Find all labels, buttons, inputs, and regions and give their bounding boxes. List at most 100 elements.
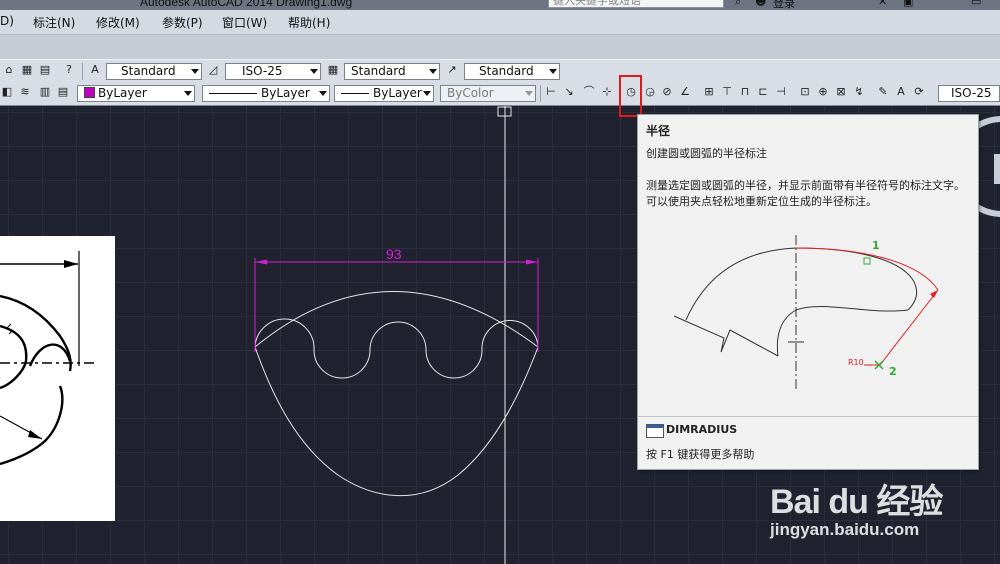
menu-item-modify[interactable]: 修改(M) <box>96 14 140 31</box>
dim-diameter-icon[interactable]: ⊘ <box>660 85 674 99</box>
linetype-control-select[interactable]: ByLayer <box>202 85 330 102</box>
dim-update-icon[interactable]: ⟳ <box>912 85 926 99</box>
quick-dim-icon[interactable]: ⊞ <box>702 85 716 99</box>
tooltip-description: 测量选定圆或圆弧的半径，并显示前面带有半径符号的标注文字。可以使用夹点轻松地重新… <box>646 179 965 208</box>
dim-break-icon[interactable]: ⊣ <box>774 85 788 99</box>
dim-style-right-select[interactable]: ISO-25 <box>938 85 1000 102</box>
inspection-icon[interactable]: ⊠ <box>834 85 848 99</box>
outline-lobes <box>254 318 539 379</box>
separator <box>82 63 83 80</box>
menu-item-dimension[interactable]: 标注(N) <box>33 14 75 31</box>
dim-style-right-value: ISO-25 <box>951 86 992 100</box>
chevron-down-icon <box>429 69 437 74</box>
dimension-text: 93 <box>386 246 402 262</box>
text-style-value: Standard <box>121 64 176 78</box>
layer-states-icon[interactable]: ≋ <box>18 85 32 99</box>
dim-edit-icon[interactable]: ✎ <box>876 85 890 99</box>
center-mark-icon[interactable]: ⊕ <box>816 85 830 99</box>
dim-arc-length-icon[interactable]: ⌒ <box>582 85 596 99</box>
title-bar: Autodesk AutoCAD 2014 Drawing1.dwg 键入关键字… <box>0 0 1000 10</box>
ribbon-area <box>0 35 1000 59</box>
color-swatch <box>84 87 95 98</box>
user-icon[interactable]: ☻ <box>755 0 766 8</box>
reference-sketch <box>0 251 95 466</box>
search-icon[interactable]: ⌕ <box>735 0 741 9</box>
dimension-arrow-right <box>526 259 538 265</box>
chevron-down-icon <box>191 69 199 74</box>
dim-linear-icon[interactable]: ⊢ <box>544 85 558 99</box>
chevron-down-icon <box>184 91 192 96</box>
title-bar-right: ⌕ ☻ 登录 ✕ ▣ ▭ <box>735 0 1000 10</box>
menu-item-draw[interactable]: D) <box>0 14 14 28</box>
chevron-down-icon <box>549 69 557 74</box>
multileader-style-select[interactable]: Standard <box>464 63 560 80</box>
tooltip-subtitle: 创建圆或圆弧的半径标注 <box>646 147 767 160</box>
jogged-linear-icon[interactable]: ↯ <box>852 85 866 99</box>
radius-illustration-svg <box>673 235 939 390</box>
linetype-sample <box>209 93 257 94</box>
color-control-value: ByLayer <box>98 86 147 100</box>
minimize-button[interactable]: ▭ <box>971 0 981 8</box>
dimension-style-icon[interactable]: ◿ <box>206 63 220 77</box>
help-toolbar-icon[interactable]: ? <box>62 63 76 77</box>
dim-text-edit-icon[interactable]: A <box>894 85 908 99</box>
separator <box>540 85 541 102</box>
text-style-icon[interactable]: A <box>88 63 102 77</box>
table-style-value: Standard <box>351 64 406 78</box>
multileader-style-icon[interactable]: ↗ <box>445 63 459 77</box>
dimension-style-select[interactable]: ISO-25 <box>225 63 321 80</box>
dim-jogged-icon[interactable]: ◶ <box>643 85 657 99</box>
layer-previous-icon[interactable]: ◧ <box>0 85 14 99</box>
dimension-style-value: ISO-25 <box>242 64 283 78</box>
outline-top-arc <box>254 291 539 348</box>
dim-baseline-icon[interactable]: ⊤ <box>720 85 734 99</box>
baidu-watermark: Bai du 经验 jingyan.baidu.com <box>768 458 998 558</box>
tooltip-command: DIMRADIUS <box>666 423 738 436</box>
command-icon <box>646 424 664 438</box>
table-style-select[interactable]: Standard <box>344 63 440 80</box>
text-style-select[interactable]: Standard <box>106 63 202 80</box>
layer-match-icon[interactable]: ▥ <box>38 85 52 99</box>
dim-aligned-icon[interactable]: ↘ <box>562 85 576 99</box>
plot-style-value: ByColor <box>447 86 494 100</box>
menu-item-parametric[interactable]: 参数(P) <box>162 14 203 31</box>
styles-toolbar: ⌂ ▦ ▤ ? A Standard ◿ ISO-25 ▦ Standard ↗… <box>0 59 1000 85</box>
tolerance-icon[interactable]: ⊡ <box>798 85 812 99</box>
lineweight-control-select[interactable]: ByLayer <box>334 85 434 102</box>
color-control-select[interactable]: ByLayer <box>77 85 195 102</box>
exchange-icon[interactable]: ✕ <box>878 0 887 8</box>
menu-item-window[interactable]: 窗口(W) <box>222 14 267 31</box>
outline-bottom <box>254 346 539 497</box>
tooltip-help: 按 F1 键获得更多帮助 <box>646 448 755 461</box>
multileader-style-value: Standard <box>479 64 534 78</box>
radius-tool-highlight <box>619 75 642 117</box>
lineweight-sample <box>341 93 369 94</box>
dim-space-icon[interactable]: ⊏ <box>756 85 770 99</box>
illustration-label-1: 1 <box>872 239 880 252</box>
dimension-arrow-left <box>255 259 267 265</box>
illustration-label-2: 2 <box>889 365 897 378</box>
dim-continue-icon[interactable]: ⊓ <box>738 85 752 99</box>
tool-palettes-icon[interactable]: ▤ <box>38 63 52 77</box>
help-icon[interactable]: ▣ <box>903 0 913 8</box>
layer-iso-icon[interactable]: ▤ <box>56 85 70 99</box>
dim-ordinate-icon[interactable]: ⊹ <box>600 85 614 99</box>
menu-bar: D) 标注(N) 修改(M) 参数(P) 窗口(W) 帮助(H) <box>0 10 1000 35</box>
dim-angular-icon[interactable]: ∠ <box>678 85 692 99</box>
lineweight-control-value: ByLayer <box>373 86 422 100</box>
search-input[interactable]: 键入关键字或短语 <box>548 0 724 8</box>
tooltip-divider <box>638 416 978 417</box>
table-style-icon[interactable]: ▦ <box>326 63 340 77</box>
design-center-icon[interactable]: ▦ <box>20 63 34 77</box>
properties-toolbar: ◧ ≋ ▥ ▤ ByLayer ByLayer ByLayer ByColor … <box>0 83 1000 106</box>
chevron-down-icon <box>423 91 431 96</box>
login-link[interactable]: 登录 <box>773 0 795 10</box>
watermark-brand: Bai du 经验 <box>770 483 943 521</box>
linetype-control-value: ByLayer <box>261 86 310 100</box>
menu-item-help[interactable]: 帮助(H) <box>288 14 330 31</box>
properties-icon[interactable]: ⌂ <box>2 63 16 77</box>
tooltip-illustration: 1 2 R10 <box>638 230 978 410</box>
chevron-down-icon <box>525 91 533 96</box>
reference-image <box>0 236 115 521</box>
chevron-down-icon <box>319 91 327 96</box>
